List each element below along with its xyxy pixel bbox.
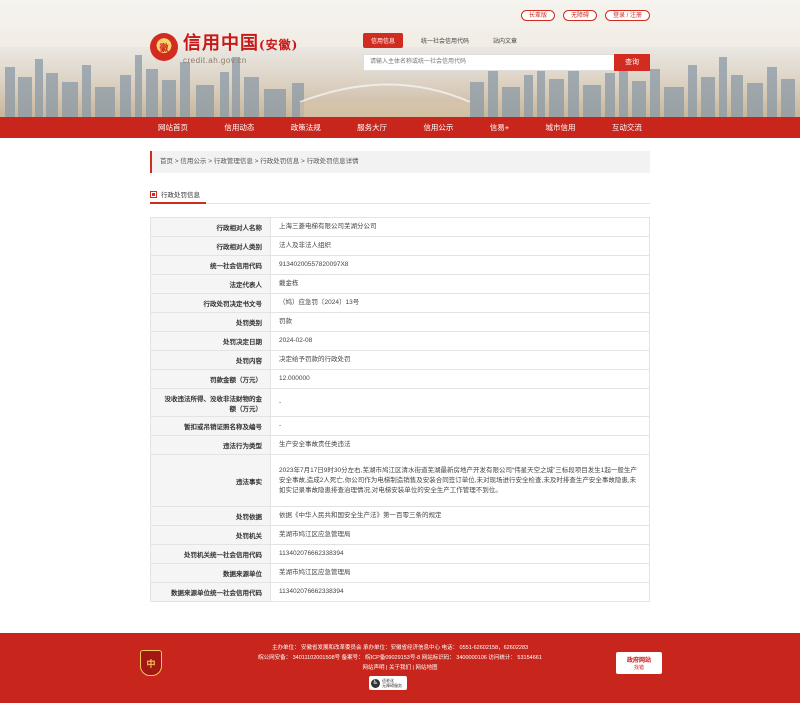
nav-item-xinyi[interactable]: 信易+ <box>482 117 517 138</box>
nav-item-city-credit[interactable]: 城市信用 <box>538 117 584 138</box>
nav-item-news[interactable]: 信用动态 <box>216 117 262 138</box>
field-value: 2024-02-08 <box>270 331 650 351</box>
field-value: （鸠）应急罚〔2024〕13号 <box>270 293 650 313</box>
search-input[interactable]: 请输入主体名称或统一社会信用代码 <box>363 54 614 71</box>
nav-item-policies[interactable]: 政策法规 <box>283 117 329 138</box>
table-row: 数据来源单位统一社会信用代码 11340207666233839​4 <box>150 582 650 602</box>
penalty-info-table: 行政相对人名称 上海三菱电梯有限公司芜湖分公司 行政相对人类别 法人及非法人组织 统一社… <box>150 217 650 602</box>
field-value: 12.000000 <box>270 369 650 389</box>
field-label: 数据来源单位 <box>150 563 271 583</box>
table-row: 处罚机关统一社会信用代码 11340207666233839​4 <box>150 544 650 564</box>
field-value: 11340207666233839​4 <box>270 582 650 602</box>
field-label: 处罚决定日期 <box>150 331 271 351</box>
table-row: 处罚决定日期 2024-02-08 <box>150 331 650 351</box>
party-gov-badge-icon[interactable]: 中 <box>140 650 162 676</box>
table-row: 处罚依据 依据《中华人民共和国安全生产法》第一百零三条的规定 <box>150 506 650 526</box>
elder-mode-link[interactable]: 长辈版 <box>520 10 555 21</box>
table-row: 暂扣或吊销证照名称及编号 - <box>150 416 650 436</box>
field-value: - <box>270 388 650 417</box>
login-register-link[interactable]: 登录 / 注册 <box>604 10 650 21</box>
field-label: 没收违法所得、没收非法财物的金额（万元） <box>150 388 271 417</box>
table-row: 处罚内容 决定给予罚款的行政处罚 <box>150 350 650 370</box>
tab-credit-info[interactable]: 信用信息 <box>363 33 404 48</box>
footer-record-line: 皖公网安备： 34011102001508号 备案号： 皖ICP备0902915… <box>258 655 542 661</box>
logo-title: 信用中国(安徽) <box>183 33 299 54</box>
table-row: 违法行为类型 生产安全事故责任类违法 <box>150 435 650 455</box>
nav-item-service-hall[interactable]: 服务大厅 <box>349 117 395 138</box>
logo-domain: credit.ah.gov.cn <box>183 56 247 65</box>
wheelchair-icon: ♿ <box>371 678 380 688</box>
nav-item-interaction[interactable]: 互动交流 <box>604 117 650 138</box>
site-header: 徽 信用中国(安徽) credit.ah.gov.cn 长辈版 无障碍 登录 /… <box>0 0 800 117</box>
main-nav: 网站首页 信用动态 政策法规 服务大厅 信用公示 信易+ 城市信用 互动交流 <box>0 117 800 138</box>
field-value: 芜湖市鸠江区应急管理局 <box>270 525 650 545</box>
field-value: 生产安全事故责任类违法 <box>270 435 650 455</box>
field-label: 统一社会信用代码 <box>150 255 271 275</box>
tab-credit-code[interactable]: 统一社会信用代码 <box>421 36 469 45</box>
field-label: 行政相对人名称 <box>150 217 271 237</box>
field-label: 罚款金额（万元） <box>150 369 271 389</box>
nav-item-credit-disclosure[interactable]: 信用公示 <box>415 117 461 138</box>
section-title: 行政处罚信息 <box>161 192 200 199</box>
search-bar: 请输入主体名称或统一社会信用代码 查询 <box>363 54 650 71</box>
field-label: 处罚内容 <box>150 350 271 370</box>
field-label: 法定代表人 <box>150 274 271 294</box>
field-value: 法人及非法人组织 <box>270 236 650 256</box>
search-tabs: 信用信息 统一社会信用代码 站内文章 <box>363 33 541 48</box>
table-row: 行政相对人类别 法人及非法人组织 <box>150 236 650 256</box>
field-label: 处罚机关统一社会信用代码 <box>150 544 271 564</box>
site-logo[interactable]: 徽 信用中国(安徽) credit.ah.gov.cn <box>150 29 298 65</box>
table-row: 罚款金额（万元） 12.000000 <box>150 369 650 389</box>
table-row: 处罚机关 芜湖市鸠江区应急管理局 <box>150 525 650 545</box>
footer-sponsor-line: 主办单位： 安徽省发展和改革委员会 承办单位：安徽省经济信息中心 电话： 055… <box>271 645 529 651</box>
breadcrumb[interactable]: 首页 > 信用公示 > 行政管理信息 > 行政处罚信息 > 行政处罚信息详情 <box>150 151 650 173</box>
table-row: 法定代表人 戴金栋 <box>150 274 650 294</box>
field-label: 行政处罚决定书文号 <box>150 293 271 313</box>
field-label: 违法事实 <box>150 454 271 507</box>
field-label: 行政相对人类别 <box>150 236 271 256</box>
field-value: 依据《中华人民共和国安全生产法》第一百零三条的规定 <box>270 506 650 526</box>
field-label: 违法行为类型 <box>150 435 271 455</box>
field-label: 暂扣或吊销证照名称及编号 <box>150 416 271 436</box>
section-header: 行政处罚信息 <box>150 186 650 204</box>
national-emblem-icon: 徽 <box>150 33 178 61</box>
accessibility-service-button[interactable]: ♿ 适老化 无障碍服务 <box>369 676 407 690</box>
site-footer: 主办单位： 安徽省发展和改革委员会 承办单位：安徽省经济信息中心 电话： 055… <box>0 633 800 703</box>
table-row: 违法事实 2023年7月17日9时30分左右,芜湖市鸠江区清水街道芜湖最新房地产开… <box>150 454 650 507</box>
field-value: 决定给予罚款的行政处罚 <box>270 350 650 370</box>
field-value: 上海三菱电梯有限公司芜湖分公司 <box>270 217 650 237</box>
document-icon <box>150 190 157 198</box>
table-row: 行政相对人名称 上海三菱电梯有限公司芜湖分公司 <box>150 217 650 237</box>
field-value: 91340200557820097X8 <box>270 255 650 275</box>
field-value: 11340207666233839​4 <box>270 544 650 564</box>
table-row: 处罚类别 罚款 <box>150 312 650 332</box>
table-row: 统一社会信用代码 91340200557820097X8 <box>150 255 650 275</box>
field-value: 罚款 <box>270 312 650 332</box>
field-value: 2023年7月17日9时30分左右,芜湖市鸠江区清水街道芜湖最新房地产开发有限公… <box>270 454 650 507</box>
gov-site-error-report-button[interactable]: 政府网站 找错 <box>616 652 662 674</box>
field-value: - <box>270 416 650 436</box>
table-row: 没收违法所得、没收非法财物的金额（万元） - <box>150 388 650 417</box>
tab-site-articles[interactable]: 站内文章 <box>493 36 517 45</box>
search-button[interactable]: 查询 <box>614 54 650 71</box>
accessibility-link[interactable]: 无障碍 <box>562 10 597 21</box>
field-label: 处罚依据 <box>150 506 271 526</box>
nav-item-home[interactable]: 网站首页 <box>150 117 196 138</box>
footer-links[interactable]: 网站声明 | 关于我们 | 网站地图 <box>220 663 580 673</box>
field-label: 处罚机关 <box>150 525 271 545</box>
table-row: 数据来源单位 芜湖市鸠江区应急管理局 <box>150 563 650 583</box>
field-value: 戴金栋 <box>270 274 650 294</box>
top-links: 长辈版 无障碍 登录 / 注册 <box>520 10 650 21</box>
table-row: 行政处罚决定书文号 （鸠）应急罚〔2024〕13号 <box>150 293 650 313</box>
field-value: 芜湖市鸠江区应急管理局 <box>270 563 650 583</box>
field-label: 数据来源单位统一社会信用代码 <box>150 582 271 602</box>
field-label: 处罚类别 <box>150 312 271 332</box>
